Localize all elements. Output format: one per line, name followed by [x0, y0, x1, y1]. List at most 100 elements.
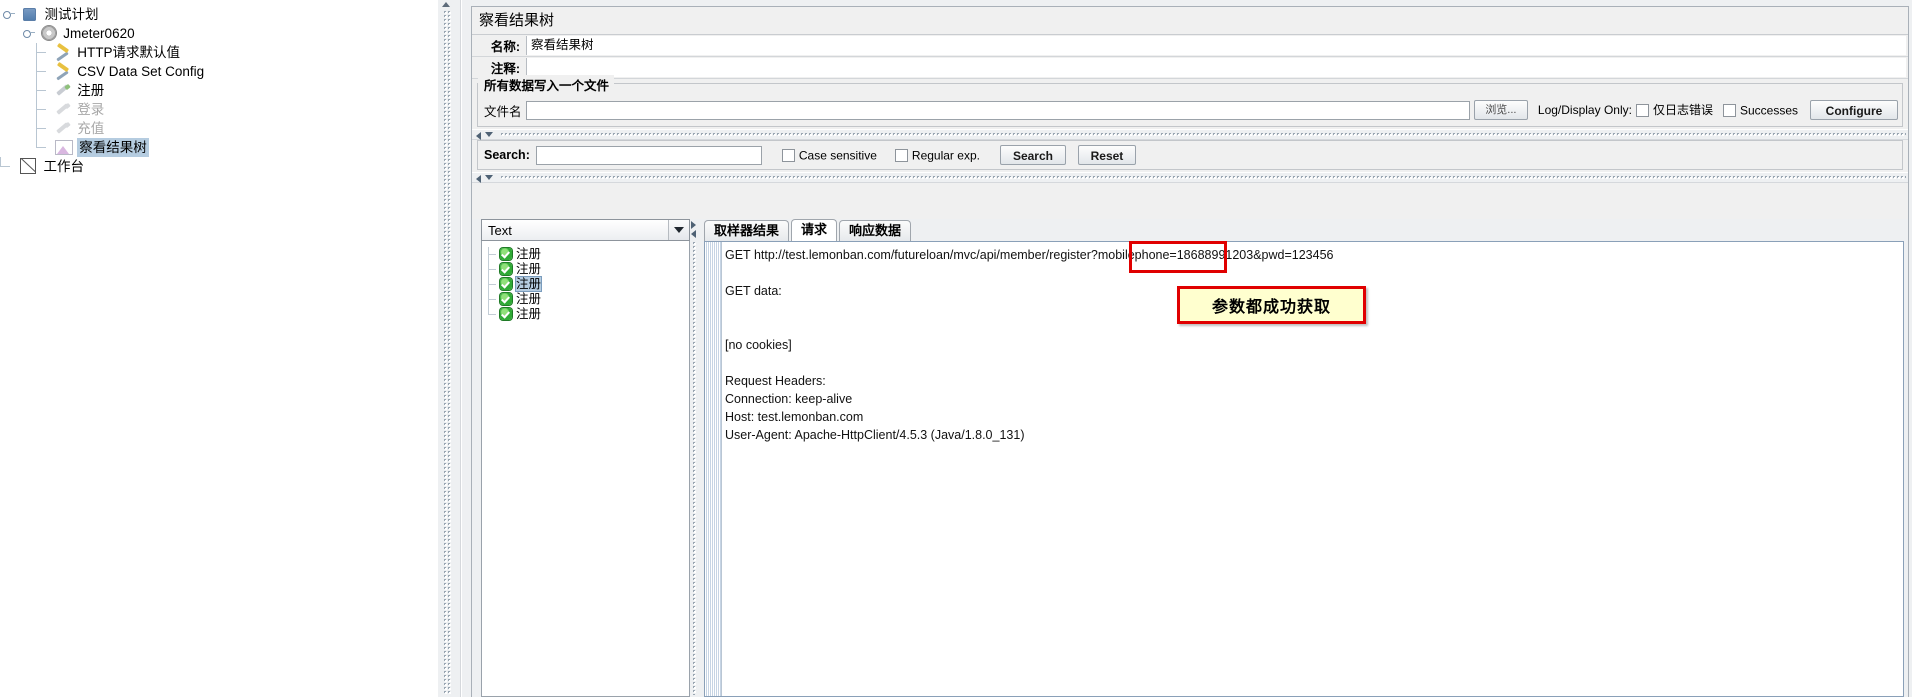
tree-node-view-results-tree[interactable]: 察看结果树	[0, 137, 437, 157]
config-wrench-icon	[55, 45, 71, 59]
split-grip[interactable]	[443, 10, 451, 695]
name-input[interactable]: 察看结果树	[526, 36, 1906, 55]
list-item-label: 注册	[516, 307, 542, 322]
list-item-label: 注册	[516, 262, 542, 277]
regular-exp-checkbox[interactable]	[894, 149, 908, 163]
tree-connector	[488, 292, 499, 307]
tree-node-label: HTTP请求默认值	[77, 44, 181, 60]
successes-checkbox-wrap[interactable]: Successes	[1722, 102, 1798, 118]
tree-node-label: CSV Data Set Config	[77, 63, 205, 79]
content-gutter	[705, 242, 722, 696]
annotation-note: 参数都成功获取	[1177, 286, 1366, 324]
tree-node-thread-group[interactable]: Jmeter0620	[0, 23, 437, 42]
main-split-divider[interactable]	[437, 0, 461, 697]
tree-connector	[488, 277, 499, 292]
page-title: 察看结果树	[472, 7, 1908, 35]
tree-node-http-defaults[interactable]: HTTP请求默认值	[0, 42, 437, 62]
list-item[interactable]: 注册	[482, 307, 689, 322]
write-all-data-to-file-group: 所有数据写入一个文件 文件名 浏览... Log/Display Only: 仅…	[477, 74, 1903, 127]
search-input[interactable]	[535, 145, 762, 165]
tree-node-workbench[interactable]: 工作台	[0, 156, 437, 175]
test-plan-tree-panel[interactable]: 测试计划 Jmeter0620 HTTP请求默认值 CSV Data Set C…	[0, 0, 437, 697]
errors-checkbox[interactable]	[1635, 103, 1649, 117]
tree-connector	[35, 61, 50, 81]
split-grip[interactable]	[692, 241, 697, 695]
case-sensitive-wrap[interactable]: Case sensitive	[781, 147, 877, 163]
tree-node-csv-data-set-config[interactable]: CSV Data Set Config	[0, 61, 437, 81]
tree-node-label: 注册	[77, 82, 105, 98]
reset-button[interactable]: Reset	[1077, 145, 1136, 165]
name-field-row: 名称: 察看结果树	[472, 35, 1908, 57]
chevron-down-icon[interactable]	[668, 220, 689, 240]
thread-group-icon	[41, 26, 56, 41]
success-icon	[500, 262, 512, 275]
comment-field-row: 注释:	[472, 57, 1908, 79]
split-arrows-icon[interactable]	[476, 131, 498, 140]
split-grip[interactable]	[500, 132, 1906, 137]
view-results-tree-panel: 察看结果树 名称: 察看结果树 注释: 所有数据写入一个文件 文件名 浏览...	[461, 0, 1912, 697]
lower-split-divider[interactable]	[472, 172, 1908, 183]
tree-node-register[interactable]: 注册	[0, 80, 437, 100]
list-item[interactable]: 注册	[482, 262, 689, 277]
tree-node-login[interactable]: 登录	[0, 99, 437, 119]
tree-connector	[488, 307, 499, 322]
view-results-tree-icon	[54, 140, 73, 155]
expander-icon[interactable]	[20, 25, 36, 41]
tree-node-label: 察看结果树	[77, 138, 149, 157]
tree-node-label: 测试计划	[44, 6, 99, 22]
tree-node-recharge[interactable]: 充值	[0, 118, 437, 138]
upper-split-divider[interactable]	[472, 129, 1908, 140]
tree-connector	[35, 80, 50, 100]
case-sensitive-label: Case sensitive	[798, 148, 877, 163]
list-item[interactable]: 注册	[482, 247, 689, 262]
list-item[interactable]: 注册	[482, 292, 689, 307]
browse-button[interactable]: 浏览...	[1473, 100, 1528, 120]
list-item-label: 注册	[514, 276, 543, 293]
tree-node-label: 工作台	[43, 158, 85, 174]
results-split-divider[interactable]	[690, 219, 700, 697]
tree-connector	[35, 138, 50, 157]
configure-button[interactable]: Configure	[1810, 100, 1898, 120]
tree-connector	[35, 118, 50, 138]
case-sensitive-checkbox[interactable]	[781, 149, 795, 163]
expander-icon[interactable]	[0, 6, 16, 22]
http-sampler-icon	[55, 102, 71, 116]
renderer-select[interactable]: Text	[481, 219, 690, 241]
success-icon	[500, 292, 512, 305]
tab-response-data[interactable]: 响应数据	[839, 220, 912, 241]
comment-input[interactable]	[526, 58, 1906, 77]
tree-connector	[488, 247, 499, 262]
renderer-select-value: Text	[488, 222, 512, 238]
collapse-arrow-icon[interactable]	[442, 2, 450, 7]
http-sampler-icon	[55, 83, 71, 97]
search-button[interactable]: Search	[999, 145, 1066, 165]
tree-connector	[35, 99, 50, 119]
successes-checkbox-label: Successes	[1739, 103, 1798, 118]
list-item-label: 注册	[516, 292, 542, 307]
result-tabs: 取样器结果 请求 响应数据	[700, 219, 1904, 241]
tree-node-label: 登录	[77, 101, 105, 117]
sample-result-list[interactable]: 注册 注册 注册 注册 注册	[481, 241, 690, 697]
tree-connector	[0, 156, 14, 176]
log-display-only-label: Log/Display Only:	[1537, 103, 1632, 117]
test-plan-icon	[22, 7, 36, 21]
tab-request[interactable]: 请求	[791, 219, 838, 241]
split-grip[interactable]	[500, 175, 1906, 180]
tab-sampler-result[interactable]: 取样器结果	[704, 220, 790, 241]
errors-checkbox-wrap[interactable]: 仅日志错误	[1635, 101, 1713, 118]
split-arrow-right-icon[interactable]	[691, 230, 696, 238]
split-arrow-left-icon[interactable]	[691, 221, 696, 229]
regular-exp-wrap[interactable]: Regular exp.	[894, 147, 980, 163]
search-bar: Search: Case sensitive Regular exp. Sear…	[477, 140, 1903, 170]
successes-checkbox[interactable]	[1722, 104, 1736, 118]
http-sampler-icon	[55, 121, 71, 135]
filename-input[interactable]	[525, 100, 1470, 120]
tree-connector	[488, 262, 499, 277]
tree-node-label: Jmeter0620	[63, 25, 135, 41]
list-item[interactable]: 注册	[482, 276, 689, 293]
tree-node-test-plan[interactable]: 测试计划	[0, 4, 437, 23]
success-icon	[500, 307, 512, 320]
success-icon	[500, 277, 512, 290]
split-arrows-icon[interactable]	[476, 174, 498, 183]
name-label: 名称:	[490, 40, 520, 54]
